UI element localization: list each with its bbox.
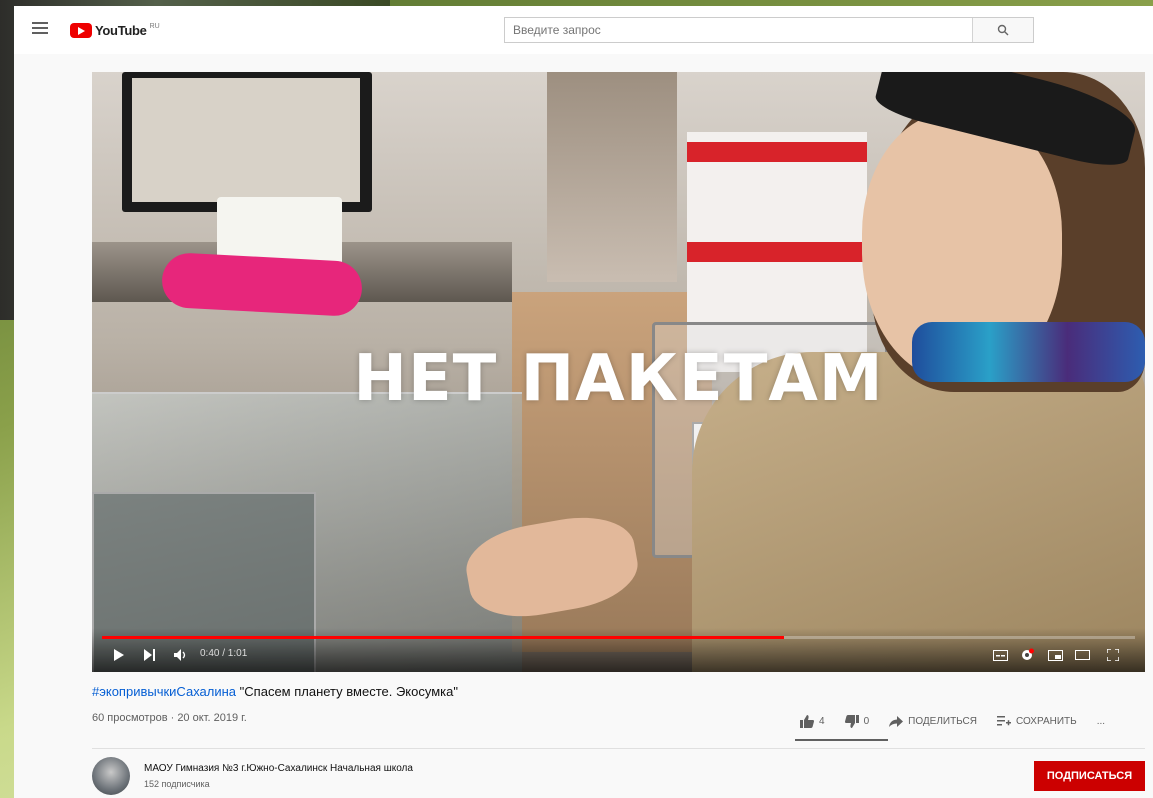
hashtag-link[interactable]: #экопривычкиСахалина	[92, 684, 236, 699]
miniplayer-icon	[1047, 649, 1063, 661]
video-player[interactable]: НЕТ ПАКЕТАМ 0:40 / 1:01	[92, 72, 1145, 672]
subscriber-count: 152 подписчика	[144, 779, 210, 789]
video-title-text: "Спасем планету вместе. Экосумка"	[239, 684, 458, 699]
dislike-count: 0	[863, 715, 870, 727]
search-input[interactable]	[505, 18, 989, 42]
thumbs-up-icon	[800, 714, 814, 728]
share-button[interactable]: ПОДЕЛИТЬСЯ	[889, 715, 977, 727]
like-count: 4	[819, 715, 825, 727]
miniplayer-button[interactable]	[1046, 646, 1064, 664]
next-icon	[144, 649, 155, 661]
play-icon	[113, 649, 124, 661]
more-actions-label: ...	[1096, 715, 1106, 727]
masthead: YouTube RU	[14, 6, 1153, 54]
youtube-page: YouTube RU Введите запрос НЕТ ПАКЕТАМ 0:…	[14, 6, 1153, 798]
next-button[interactable]	[142, 646, 158, 664]
dislike-button[interactable]: 0	[844, 714, 870, 728]
progress-bar[interactable]	[102, 636, 1135, 639]
youtube-logo[interactable]: YouTube RU	[70, 20, 160, 40]
youtube-play-logo-icon	[70, 22, 92, 38]
fullscreen-button[interactable]	[1104, 646, 1122, 664]
subtitles-icon	[992, 649, 1008, 661]
save-button[interactable]: СОХРАНИТЬ	[996, 715, 1077, 727]
search-box	[504, 17, 1034, 43]
fullscreen-icon	[1107, 649, 1119, 661]
player-controls: 0:40 / 1:01	[92, 628, 1145, 672]
video-actions: 4 0 ПОДЕЛИТЬСЯ СОХРАНИТЬ ...	[800, 710, 1125, 732]
video-title: #экопривычкиСахалина "Спасем планету вме…	[92, 684, 458, 699]
view-count-date: 60 просмотров · 20 окт. 2019 г.	[92, 712, 247, 724]
hamburger-menu-icon[interactable]	[32, 22, 48, 34]
share-arrow-icon	[889, 715, 904, 727]
logo-text: YouTube	[95, 22, 147, 38]
gear-icon	[1022, 648, 1034, 660]
video-overlay-title: НЕТ ПАКЕТАМ	[353, 342, 884, 416]
theater-mode-button[interactable]	[1073, 646, 1091, 664]
volume-button[interactable]	[172, 646, 190, 664]
theater-icon	[1074, 650, 1090, 660]
channel-name[interactable]: МАОУ Гимназия №3 г.Южно-Сахалинск Началь…	[144, 763, 413, 774]
search-icon	[997, 24, 1009, 36]
logo-region: RU	[149, 22, 160, 30]
more-actions-button[interactable]: ...	[1097, 716, 1105, 727]
volume-icon	[174, 649, 186, 661]
save-label: СОХРАНИТЬ	[1015, 715, 1077, 727]
like-button[interactable]: 4	[800, 714, 825, 728]
share-label: ПОДЕЛИТЬСЯ	[908, 715, 977, 727]
search-button[interactable]	[972, 18, 1033, 42]
progress-fill	[102, 636, 784, 639]
play-button[interactable]	[110, 646, 126, 664]
thumbs-down-icon	[844, 714, 859, 728]
channel-avatar[interactable]	[92, 757, 130, 795]
time-display: 0:40 / 1:01	[200, 648, 248, 659]
subtitles-button[interactable]	[991, 646, 1009, 664]
playlist-add-icon	[996, 715, 1011, 725]
subscribe-button[interactable]: ПОДПИСАТЬСЯ	[1034, 761, 1145, 791]
sentiment-bar-fill	[795, 739, 888, 741]
settings-button[interactable]	[1018, 646, 1036, 664]
sentiment-bar	[795, 739, 888, 741]
divider	[92, 748, 1145, 749]
